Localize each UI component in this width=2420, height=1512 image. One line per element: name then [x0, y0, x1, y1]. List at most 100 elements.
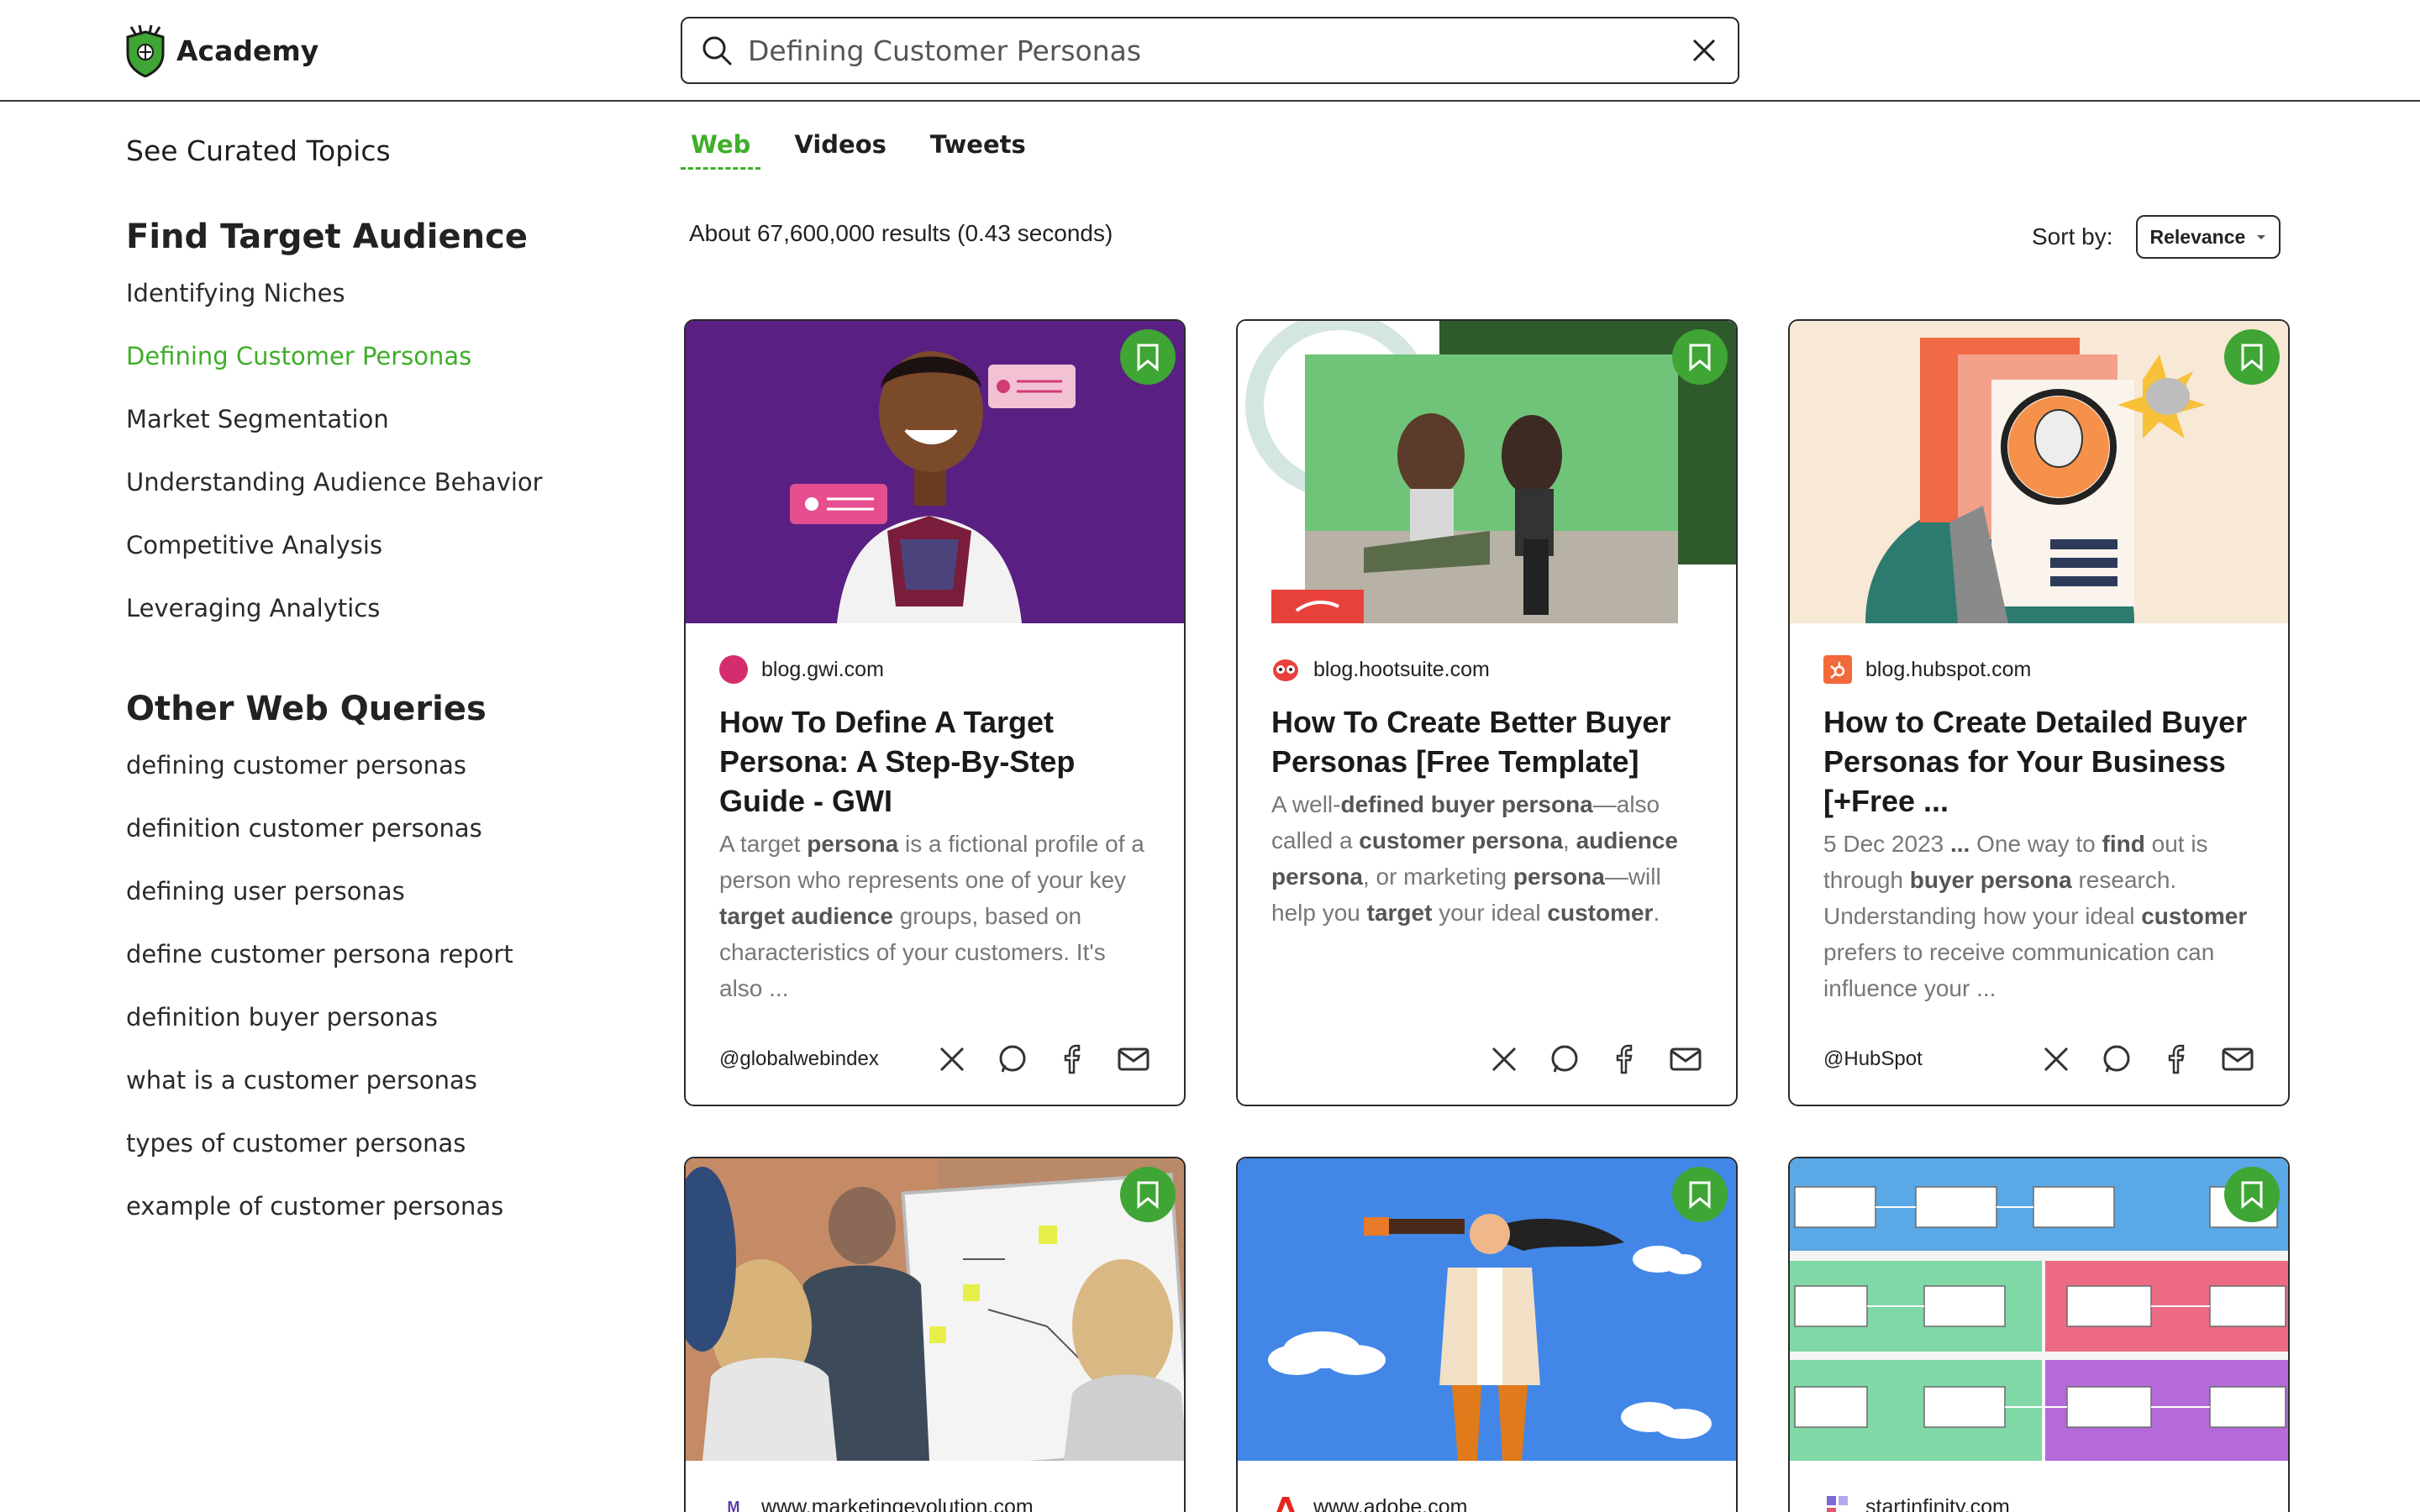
card-source[interactable]: www.adobe.com	[1271, 1493, 1702, 1512]
sidebar-item-defining-customer-personas[interactable]: Defining Customer Personas	[126, 341, 630, 404]
query-item[interactable]: define customer persona report	[126, 939, 630, 1002]
other-web-queries-heading: Other Web Queries	[126, 690, 487, 728]
source-domain: www.adobe.com	[1313, 1494, 1468, 1512]
card-thumbnail[interactable]	[686, 321, 1184, 623]
whatsapp-share-icon[interactable]	[1548, 1042, 1581, 1076]
sort-label: Sort by:	[2032, 223, 2113, 249]
shield-logo-icon	[126, 24, 165, 77]
bookmark-button[interactable]	[1120, 329, 1176, 385]
source-domain: blog.hubspot.com	[1865, 657, 2032, 681]
search-bar	[681, 17, 1739, 84]
tab-web[interactable]: Web	[681, 130, 761, 170]
card-handle[interactable]: @HubSpot	[1823, 1047, 1923, 1071]
startinfinity-favicon-icon	[1823, 1493, 1852, 1512]
bookmark-button[interactable]	[1672, 1167, 1728, 1222]
x-share-icon[interactable]	[2039, 1042, 2073, 1076]
email-share-icon[interactable]	[1669, 1042, 1702, 1076]
query-item[interactable]: example of customer personas	[126, 1191, 630, 1254]
facebook-share-icon[interactable]	[1056, 1042, 1090, 1076]
share-icons	[935, 1042, 1150, 1076]
result-tabs: Web Videos Tweets	[681, 130, 1060, 170]
card-thumbnail[interactable]	[1790, 321, 2288, 623]
bookmark-button[interactable]	[1672, 329, 1728, 385]
share-icons	[1487, 1042, 1702, 1076]
card-footer	[1271, 1042, 1702, 1076]
gwi-favicon-icon	[719, 655, 748, 684]
query-item[interactable]: defining customer personas	[126, 750, 630, 813]
card-thumbnail[interactable]	[1790, 1158, 2288, 1461]
card-source[interactable]: blog.gwi.com	[719, 655, 1150, 684]
query-item[interactable]: definition buyer personas	[126, 1002, 630, 1065]
topic-list: Identifying Niches Defining Customer Per…	[126, 278, 630, 656]
search-input[interactable]	[748, 34, 1687, 67]
bookmark-icon	[2241, 344, 2263, 371]
result-card[interactable]: blog.hubspot.com How to Create Detailed …	[1788, 319, 2290, 1106]
marketing-evolution-favicon-icon: M	[727, 1498, 740, 1512]
email-share-icon[interactable]	[2221, 1042, 2254, 1076]
sidebar-item-leveraging-analytics[interactable]: Leveraging Analytics	[126, 593, 630, 656]
card-snippet: 5 Dec 2023 ... One way to find out is th…	[1823, 831, 2248, 1001]
card-handle[interactable]: @globalwebindex	[719, 1047, 879, 1071]
bookmark-icon	[1137, 1181, 1159, 1209]
card-footer: @HubSpot	[1823, 1042, 2254, 1076]
sort-control: Sort by: Relevance	[2032, 215, 2281, 259]
sort-value: Relevance	[2149, 225, 2246, 248]
email-share-icon[interactable]	[1117, 1042, 1150, 1076]
find-target-audience-heading: Find Target Audience	[126, 218, 528, 256]
caret-down-icon	[2257, 235, 2266, 239]
clear-search-icon[interactable]	[1687, 34, 1721, 67]
card-snippet: A well-defined buyer persona—also called…	[1271, 791, 1678, 926]
query-item[interactable]: types of customer personas	[126, 1128, 630, 1191]
tab-tweets[interactable]: Tweets	[920, 130, 1036, 170]
top-header: Academy	[0, 0, 2420, 102]
card-source[interactable]: blog.hubspot.com	[1823, 655, 2254, 684]
result-card[interactable]: startinfinity.com	[1788, 1157, 2290, 1512]
results-count: About 67,600,000 results (0.43 seconds)	[689, 220, 1113, 246]
facebook-share-icon[interactable]	[1608, 1042, 1642, 1076]
whatsapp-share-icon[interactable]	[2100, 1042, 2133, 1076]
sidebar-item-identifying-niches[interactable]: Identifying Niches	[126, 278, 630, 341]
card-thumbnail[interactable]	[1238, 1158, 1736, 1461]
bookmark-button[interactable]	[2224, 329, 2280, 385]
source-domain: startinfinity.com	[1865, 1494, 2010, 1512]
result-card[interactable]: blog.gwi.com How To Define A Target Pers…	[684, 319, 1186, 1106]
x-share-icon[interactable]	[935, 1042, 969, 1076]
bookmark-button[interactable]	[1120, 1167, 1176, 1222]
query-item[interactable]: defining user personas	[126, 876, 630, 939]
card-source[interactable]: startinfinity.com	[1823, 1493, 2254, 1512]
sidebar: See Curated Topics Find Target Audience …	[126, 134, 630, 1254]
academy-logo[interactable]: Academy	[124, 24, 318, 77]
result-card[interactable]: blog.hootsuite.com How To Create Better …	[1236, 319, 1738, 1106]
search-icon	[702, 36, 732, 66]
see-curated-topics-link[interactable]: See Curated Topics	[126, 134, 630, 167]
result-card[interactable]: M www.marketingevolution.com	[684, 1157, 1186, 1512]
card-thumbnail[interactable]	[1238, 321, 1736, 623]
share-icons	[2039, 1042, 2254, 1076]
card-source[interactable]: blog.hootsuite.com	[1271, 655, 1702, 684]
card-footer: @globalwebindex	[719, 1042, 1150, 1076]
card-title[interactable]: How To Define A Target Persona: A Step-B…	[719, 702, 1150, 821]
sidebar-item-competitive-analysis[interactable]: Competitive Analysis	[126, 530, 630, 593]
card-source[interactable]: M www.marketingevolution.com	[719, 1493, 1150, 1512]
tab-videos[interactable]: Videos	[784, 130, 897, 170]
logo-text: Academy	[176, 34, 319, 67]
x-share-icon[interactable]	[1487, 1042, 1521, 1076]
whatsapp-share-icon[interactable]	[996, 1042, 1029, 1076]
bookmark-icon	[1689, 1181, 1711, 1209]
adobe-favicon-icon	[1271, 1493, 1300, 1512]
sort-select[interactable]: Relevance	[2136, 215, 2281, 259]
query-item[interactable]: definition customer personas	[126, 813, 630, 876]
sidebar-item-understanding-audience-behavior[interactable]: Understanding Audience Behavior	[126, 467, 630, 530]
hubspot-favicon-icon	[1823, 655, 1852, 684]
bookmark-button[interactable]	[2224, 1167, 2280, 1222]
result-card[interactable]: www.adobe.com	[1236, 1157, 1738, 1512]
facebook-share-icon[interactable]	[2160, 1042, 2194, 1076]
bookmark-icon	[1137, 344, 1159, 371]
bookmark-icon	[2241, 1181, 2263, 1209]
card-title[interactable]: How to Create Detailed Buyer Personas fo…	[1823, 702, 2254, 821]
card-title[interactable]: How To Create Better Buyer Personas [Fre…	[1271, 702, 1702, 781]
query-list: defining customer personas definition cu…	[126, 750, 630, 1254]
query-item[interactable]: what is a customer personas	[126, 1065, 630, 1128]
card-thumbnail[interactable]	[686, 1158, 1184, 1461]
sidebar-item-market-segmentation[interactable]: Market Segmentation	[126, 404, 630, 467]
